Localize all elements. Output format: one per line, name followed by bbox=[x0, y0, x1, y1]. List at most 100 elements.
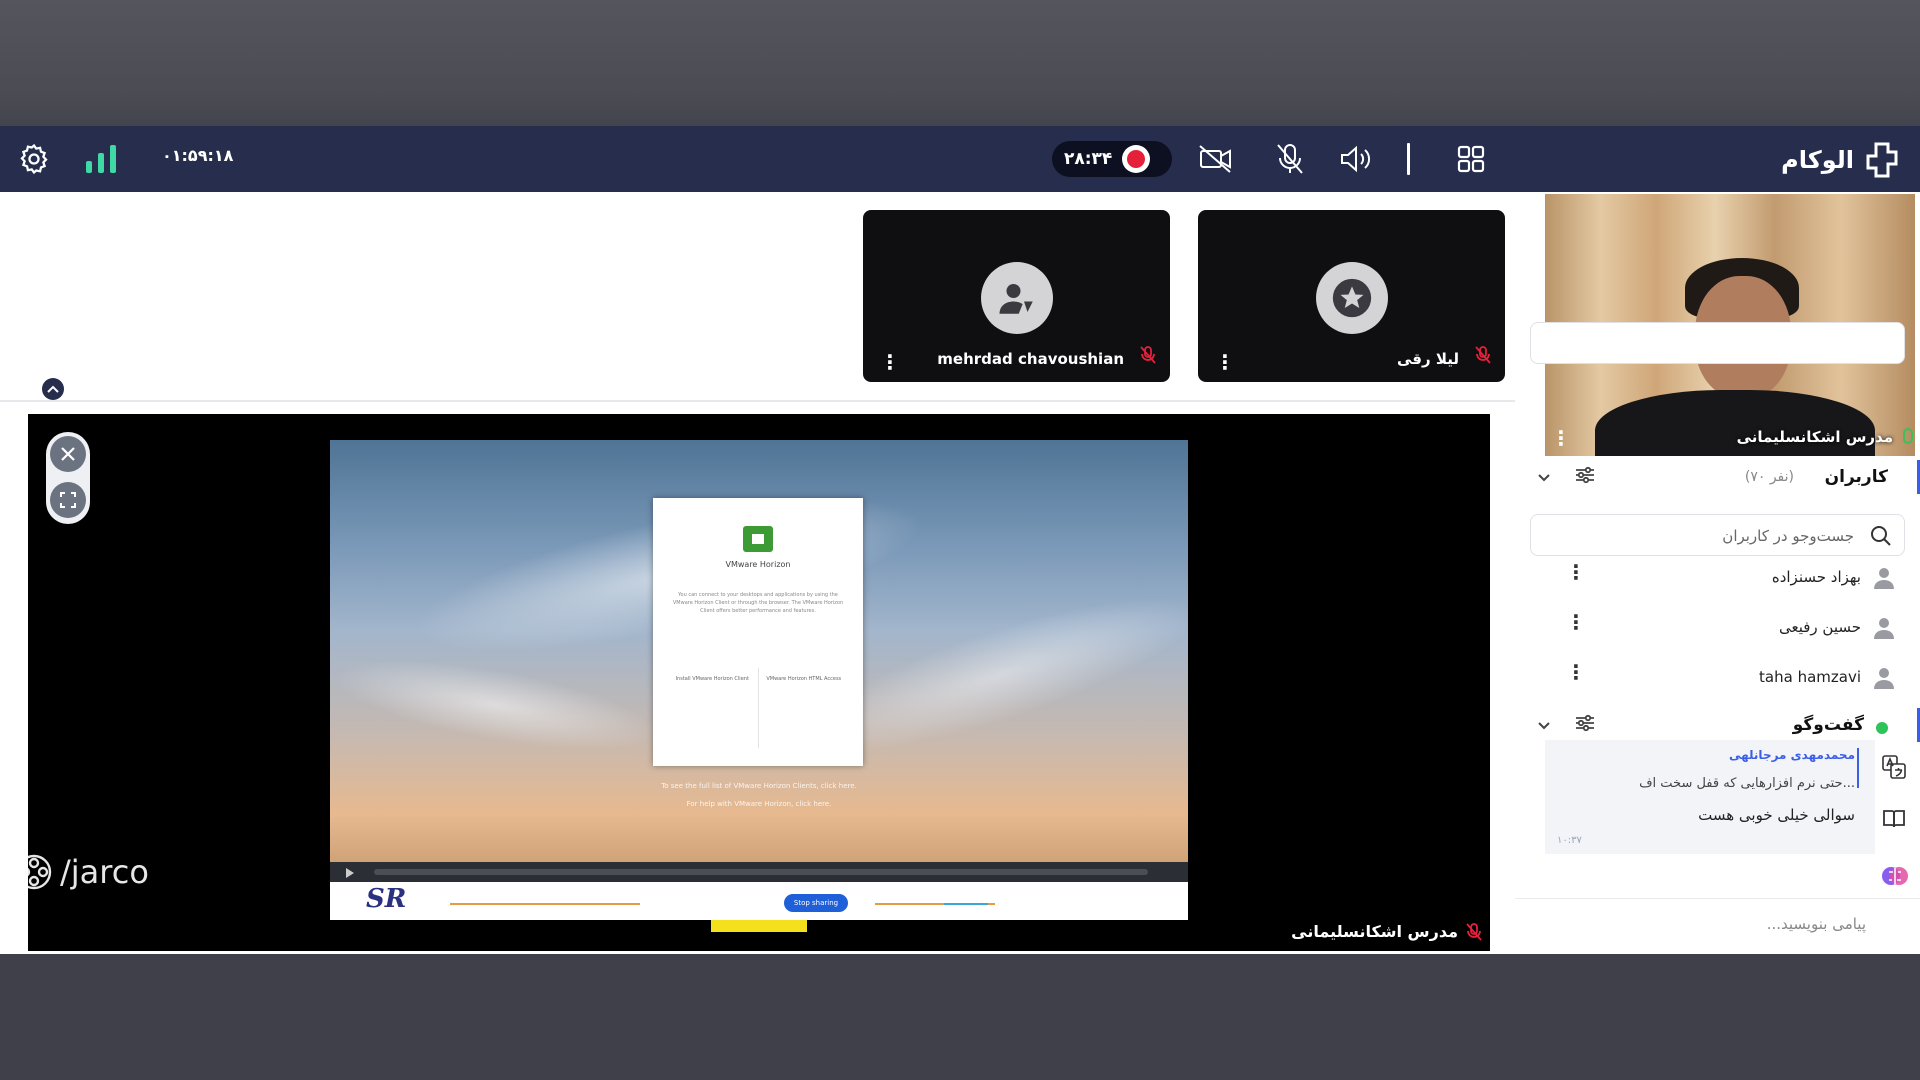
install-client-option[interactable]: Install VMware Horizon Client bbox=[667, 668, 758, 748]
participant-tile[interactable]: ⋮ mehrdad chavoushian bbox=[863, 210, 1170, 382]
share-controls bbox=[46, 432, 90, 524]
chat-input[interactable]: ...پیامی بنویسید bbox=[1515, 898, 1920, 954]
shared-desktop-screenshot: VMware Horizon You can connect to your d… bbox=[330, 440, 1188, 920]
watermark: /jarco bbox=[14, 852, 149, 892]
translate-icon[interactable] bbox=[1881, 754, 1907, 780]
camera-menu-icon[interactable]: ⋮ bbox=[1551, 426, 1571, 450]
participant-name: mehrdad chavoushian bbox=[937, 350, 1124, 368]
presenter-name: مدرس اشکانسلیمانی bbox=[1291, 922, 1458, 941]
users-search-box[interactable]: جست‌وجو در کاربران bbox=[1530, 514, 1905, 556]
muted-mic-icon bbox=[1475, 346, 1491, 368]
muted-mic-icon bbox=[1140, 346, 1156, 368]
vmware-horizon-logo-icon bbox=[743, 526, 773, 552]
top-toolbar: ۰۱:۵۹:۱۸ ۲۸:۳۴ الوکام bbox=[0, 126, 1920, 192]
chat-timestamp: ۱۰:۳۷ bbox=[1557, 835, 1582, 846]
brand-logo: الوکام bbox=[1781, 140, 1902, 180]
toolbar-divider bbox=[1407, 143, 1410, 175]
user-name: taha hamzavi bbox=[1759, 668, 1861, 686]
media-track bbox=[374, 869, 1148, 875]
user-icon bbox=[1873, 616, 1895, 644]
speaker-volume-icon[interactable] bbox=[1336, 140, 1374, 178]
filter-sliders-icon[interactable] bbox=[1575, 466, 1595, 488]
users-title: کاربران bbox=[1824, 467, 1888, 487]
users-search-input[interactable] bbox=[1530, 322, 1905, 364]
user-list-item[interactable]: ⋮ taha hamzavi bbox=[1530, 658, 1905, 698]
chevron-down-icon[interactable] bbox=[1537, 468, 1551, 487]
grid-layout-icon[interactable] bbox=[1454, 142, 1488, 176]
watermark-text: /jarco bbox=[60, 853, 149, 891]
html-access-option[interactable]: VMware Horizon HTML Access bbox=[757, 668, 850, 748]
media-bar bbox=[330, 862, 1188, 882]
user-menu-icon[interactable]: ⋮ bbox=[1566, 662, 1586, 682]
main-stage: ⋮ mehrdad chavoushian ⋮ لیلا رقی VMware … bbox=[0, 192, 1515, 954]
record-dot-icon bbox=[1122, 145, 1151, 173]
share-footer: SR Stop sharing bbox=[330, 882, 1188, 920]
user-icon bbox=[1873, 566, 1895, 594]
session-elapsed-time: ۰۱:۵۹:۱۸ bbox=[162, 146, 234, 165]
brand-puzzle-icon bbox=[1866, 142, 1898, 178]
muted-mic-icon bbox=[1466, 922, 1482, 941]
fullscreen-button[interactable] bbox=[50, 482, 86, 518]
users-count: (۷۰ نفر) bbox=[1744, 469, 1794, 485]
signal-strength-icon[interactable] bbox=[84, 142, 120, 176]
presenter-body bbox=[1595, 390, 1875, 456]
dialog-title: VMware Horizon bbox=[725, 560, 791, 569]
film-reel-icon bbox=[16, 854, 52, 890]
decor-line bbox=[450, 903, 640, 905]
right-sidebar: ⋮ مدرس اشکانسلیمانی کاربران (۷۰ نفر) جست… bbox=[1515, 192, 1920, 954]
recording-timer: ۲۸:۳۴ bbox=[1064, 149, 1113, 169]
chat-text: حتی نرم افزارهایی که قفل سخت اف... bbox=[1639, 776, 1855, 791]
user-menu-icon[interactable]: ⋮ bbox=[1566, 562, 1586, 582]
user-list-item[interactable]: ⋮ حسین رفیعی bbox=[1530, 608, 1905, 648]
user-icon bbox=[1873, 666, 1895, 694]
user-name: بهزاد حسنزاده bbox=[1771, 568, 1861, 586]
search-placeholder: جست‌وجو در کاربران bbox=[1722, 527, 1854, 545]
sky-cloud bbox=[330, 641, 664, 769]
user-avatar-icon bbox=[980, 262, 1053, 334]
search-icon[interactable] bbox=[1870, 525, 1892, 551]
book-icon[interactable] bbox=[1881, 806, 1907, 832]
dialog-text: You can connect to your desktops and app… bbox=[672, 592, 844, 614]
sharing-notice bbox=[650, 897, 778, 907]
participant-tile[interactable]: ⋮ لیلا رقی bbox=[1198, 210, 1505, 382]
camera-off-icon[interactable] bbox=[1196, 140, 1236, 178]
chat-text: سوالی خیلی خوبی هست bbox=[1698, 806, 1855, 824]
close-icon bbox=[61, 447, 75, 461]
users-section-header[interactable]: کاربران (۷۰ نفر) bbox=[1525, 458, 1920, 496]
mic-off-icon[interactable] bbox=[1272, 140, 1308, 178]
user-menu-icon[interactable]: ⋮ bbox=[1566, 612, 1586, 632]
play-icon bbox=[346, 868, 354, 878]
participant-name: لیلا رقی bbox=[1397, 350, 1459, 368]
host-star-avatar-icon bbox=[1315, 262, 1388, 334]
settings-gear-icon[interactable] bbox=[16, 141, 52, 177]
fullscreen-icon bbox=[60, 492, 76, 508]
chat-sender: محمدمهدی مرجانلهی bbox=[1728, 748, 1855, 762]
chat-accent-line bbox=[1857, 748, 1859, 788]
active-mic-icon bbox=[1903, 428, 1913, 444]
participant-thumbnail-strip: ⋮ mehrdad chavoushian ⋮ لیلا رقی bbox=[0, 192, 1515, 402]
ai-brain-icon[interactable] bbox=[1881, 862, 1908, 888]
chat-input-placeholder: ...پیامی بنویسید bbox=[1766, 915, 1866, 933]
close-share-button[interactable] bbox=[50, 436, 86, 472]
recording-indicator[interactable]: ۲۸:۳۴ bbox=[1052, 141, 1172, 177]
presenter-label: مدرس اشکانسلیمانی bbox=[1291, 922, 1482, 941]
caption-help: For help with VMware Horizon, click here… bbox=[686, 800, 832, 808]
caption-clients: To see the full list of VMware Horizon C… bbox=[661, 782, 857, 790]
filter-sliders-icon[interactable] bbox=[1575, 714, 1595, 736]
stop-sharing-button[interactable]: Stop sharing bbox=[784, 894, 848, 912]
decor-line bbox=[944, 903, 988, 905]
chevron-down-icon[interactable] bbox=[1537, 716, 1551, 735]
camera-owner-name: مدرس اشکانسلیمانی bbox=[1736, 428, 1893, 446]
screen-share-view: VMware Horizon You can connect to your d… bbox=[28, 414, 1490, 951]
chat-section-header[interactable]: گفت‌وگو bbox=[1525, 706, 1920, 744]
user-list-item[interactable]: ⋮ بهزاد حسنزاده bbox=[1530, 558, 1905, 598]
tile-menu-icon[interactable]: ⋮ bbox=[1215, 352, 1235, 372]
chat-title: گفت‌وگو bbox=[1792, 715, 1864, 735]
vmware-horizon-dialog: VMware Horizon You can connect to your d… bbox=[653, 498, 863, 766]
chevron-up-icon bbox=[47, 385, 59, 393]
collapse-thumbnails-button[interactable] bbox=[42, 378, 64, 400]
brand-name: الوکام bbox=[1781, 146, 1854, 174]
dialog-options: Install VMware Horizon Client VMware Hor… bbox=[667, 668, 849, 748]
tile-menu-icon[interactable]: ⋮ bbox=[880, 352, 900, 372]
sr-logo: SR bbox=[366, 884, 407, 914]
